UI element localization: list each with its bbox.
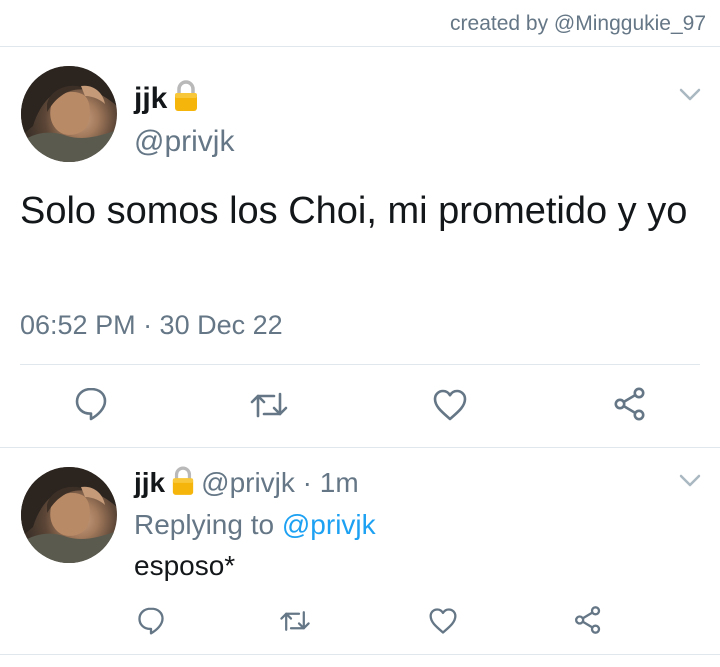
- author-name[interactable]: jjk: [134, 80, 199, 120]
- reply-text: esposo*: [134, 550, 236, 581]
- tweet-divider: [0, 447, 720, 448]
- lock-icon: [173, 80, 199, 120]
- reply-header: jjk @privjk · 1m: [134, 466, 359, 503]
- actions-divider: [20, 364, 700, 365]
- top-divider: [0, 46, 720, 47]
- reply-author-name[interactable]: jjk: [134, 467, 165, 498]
- reply-time[interactable]: 1m: [320, 467, 359, 498]
- tweet-text: Solo somos los Choi, mi prometido y yo: [20, 190, 688, 232]
- chevron-down-icon[interactable]: [679, 474, 701, 488]
- reply-separator: ·: [294, 467, 320, 498]
- reply-icon[interactable]: [137, 606, 165, 636]
- chevron-down-icon[interactable]: [679, 88, 701, 102]
- reply-author-handle[interactable]: @privjk: [201, 467, 295, 498]
- replying-prefix: Replying to: [134, 509, 282, 540]
- tweet-timestamp[interactable]: 06:52 PM · 30 Dec 22: [20, 310, 283, 341]
- heart-icon[interactable]: [432, 388, 468, 422]
- credit-text: created by @Minggukie_97: [450, 12, 706, 35]
- replying-mention-link[interactable]: @privjk: [282, 509, 376, 540]
- retweet-icon[interactable]: [278, 609, 312, 633]
- retweet-icon[interactable]: [248, 390, 290, 420]
- avatar[interactable]: [21, 66, 117, 162]
- avatar-photo: [21, 66, 117, 162]
- avatar-photo: [21, 467, 117, 563]
- heart-icon[interactable]: [428, 607, 458, 635]
- reply-avatar[interactable]: [21, 467, 117, 563]
- lock-icon: [171, 466, 195, 503]
- share-icon[interactable]: [612, 386, 648, 422]
- bottom-divider: [0, 654, 720, 655]
- author-handle[interactable]: @privjk: [134, 125, 234, 159]
- replying-to-line: Replying to @privjk: [134, 509, 376, 541]
- reply-icon[interactable]: [74, 386, 108, 422]
- share-icon[interactable]: [573, 605, 603, 635]
